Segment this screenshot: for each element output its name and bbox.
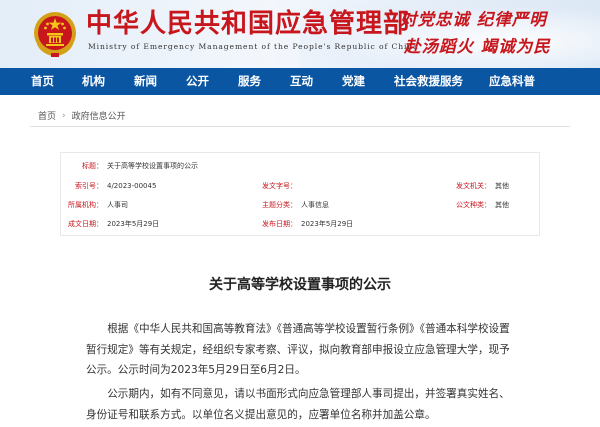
article-title: 关于高等学校设置事项的公示: [209, 277, 391, 293]
document-metadata: 标题： 关于高等学校设置事项的公示 索引号： 4/2023-00045 发文字号…: [60, 152, 540, 236]
breadcrumb-divider: [30, 126, 570, 127]
slogan-line-1: 对党忠诚 纪律严明: [400, 10, 547, 29]
nav-item-rescue-services[interactable]: 社会救援服务: [394, 74, 463, 89]
breadcrumb-home[interactable]: 首页: [38, 109, 56, 122]
nav-item-news[interactable]: 新闻: [134, 74, 157, 89]
main-nav: 首页 机构 新闻 公开 服务 互动 党建 社会救援服务 应急科普: [0, 68, 600, 95]
meta-doc-no-label: 发文字号：: [262, 182, 297, 190]
breadcrumb-separator: ›: [62, 110, 66, 121]
meta-topic-label: 主题分类：: [262, 201, 297, 209]
article-paragraph: 根据《中华人民共和国高等教育法》《普通高等学校设置暂行条例》《普通本科学校设置暂…: [86, 323, 510, 376]
breadcrumb-current[interactable]: 政府信息公开: [72, 109, 126, 122]
meta-title-value: 关于高等学校设置事项的公示: [107, 162, 198, 170]
meta-pub-date-label: 发布日期：: [262, 220, 297, 228]
meta-doc-org-value: 其他: [495, 182, 509, 190]
nav-item-science-popularization[interactable]: 应急科普: [489, 74, 535, 89]
site-header: 中华人民共和国应急管理部 Ministry of Emergency Manag…: [0, 0, 600, 68]
site-title[interactable]: 中华人民共和国应急管理部: [86, 9, 410, 39]
meta-index-value: 4/2023-00045: [107, 182, 157, 190]
meta-source-label: 所属机构：: [68, 201, 103, 209]
meta-title-label: 标题：: [82, 162, 103, 170]
meta-index-label: 索引号：: [75, 182, 103, 190]
meta-date-value: 2023年5月29日: [107, 220, 160, 228]
nav-item-services[interactable]: 服务: [238, 74, 261, 89]
meta-topic-value: 人事信息: [301, 201, 329, 209]
meta-form-label: 公文种类：: [456, 201, 491, 209]
article-paragraph: 公示期内，如有不同意见，请以书面形式向应急管理部人事司提出，并签署真实姓名、身份…: [86, 388, 510, 421]
site-title-english: Ministry of Emergency Management of the …: [88, 42, 419, 51]
breadcrumb: 首页 › 政府信息公开: [38, 109, 126, 123]
nav-item-open-info[interactable]: 公开: [186, 74, 209, 89]
meta-date-label: 成文日期：: [68, 220, 103, 228]
national-emblem-icon[interactable]: [32, 9, 78, 59]
meta-form-value: 其他: [495, 201, 509, 209]
nav-item-party-building[interactable]: 党建: [342, 74, 365, 89]
meta-pub-date-value: 2023年5月29日: [301, 220, 354, 228]
meta-source-value: 人事司: [107, 201, 128, 209]
slogan-line-2: 赴汤蹈火 竭诚为民: [404, 37, 551, 56]
nav-item-organization[interactable]: 机构: [82, 74, 105, 89]
meta-doc-org-label: 发文机关：: [456, 182, 491, 190]
nav-item-home[interactable]: 首页: [31, 74, 54, 89]
nav-item-interaction[interactable]: 互动: [290, 74, 313, 89]
